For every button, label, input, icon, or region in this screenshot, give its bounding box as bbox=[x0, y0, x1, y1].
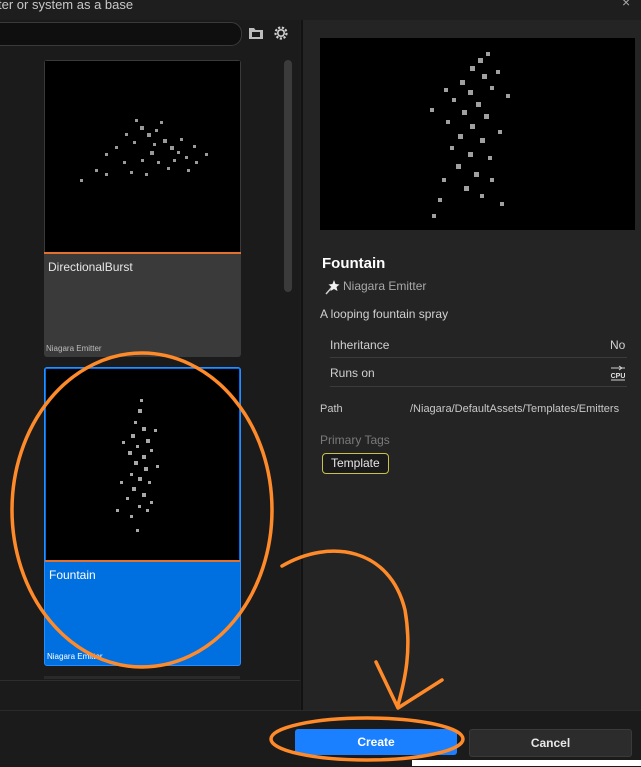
row-divider bbox=[330, 357, 627, 358]
folder-icon[interactable] bbox=[248, 25, 264, 41]
preview-image bbox=[320, 38, 635, 230]
details-description: A looping fountain spray bbox=[320, 307, 449, 321]
details-type: Niagara Emitter bbox=[343, 279, 427, 293]
details-title: Fountain bbox=[322, 255, 386, 272]
create-button[interactable]: Create bbox=[295, 729, 457, 755]
path-value: /Niagara/DefaultAssets/Templates/Emitter… bbox=[410, 403, 620, 415]
dialog-title: ter or system as a base bbox=[0, 0, 134, 12]
inheritance-label: Inheritance bbox=[330, 338, 390, 352]
scrollbar[interactable] bbox=[284, 60, 292, 292]
divider bbox=[0, 680, 300, 681]
card-type: Niagara Emitter bbox=[46, 344, 102, 353]
niagara-emitter-icon bbox=[325, 280, 340, 295]
card-name: Fountain bbox=[49, 568, 96, 582]
cpu-icon: CPU bbox=[611, 365, 626, 381]
card-name: DirectionalBurst bbox=[48, 260, 133, 274]
gear-icon[interactable] bbox=[272, 24, 290, 42]
emitter-card-fountain[interactable]: Fountain Niagara Emitter bbox=[44, 367, 241, 666]
close-icon[interactable]: × bbox=[622, 0, 630, 10]
inheritance-value: No bbox=[610, 338, 626, 352]
runs-on-label: Runs on bbox=[330, 366, 375, 380]
search-input[interactable] bbox=[0, 22, 242, 46]
card-type: Niagara Emitter bbox=[47, 652, 103, 661]
tag-template[interactable]: Template bbox=[322, 453, 389, 474]
next-card-edge bbox=[44, 676, 240, 679]
row-divider bbox=[330, 386, 627, 387]
background-strip bbox=[412, 760, 641, 766]
emitter-thumbnail bbox=[46, 369, 239, 561]
emitter-thumbnail bbox=[45, 61, 240, 253]
cancel-button[interactable]: Cancel bbox=[469, 729, 632, 757]
path-label: Path bbox=[320, 403, 343, 415]
thumbnail-underline bbox=[44, 252, 241, 254]
primary-tags-label: Primary Tags bbox=[320, 433, 390, 447]
cpu-text: CPU bbox=[611, 373, 626, 380]
emitter-card-directionalburst[interactable]: DirectionalBurst Niagara Emitter bbox=[44, 60, 241, 357]
thumbnail-underline bbox=[45, 560, 240, 562]
